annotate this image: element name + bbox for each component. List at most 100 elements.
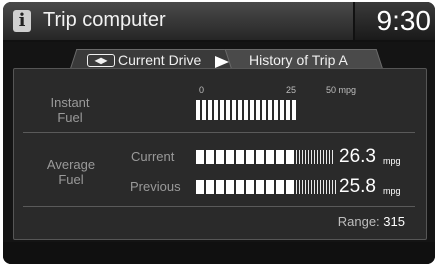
scale-label-50: 50 mpg	[326, 85, 357, 95]
bar-empty-segment	[305, 150, 306, 164]
bar-segment	[276, 150, 284, 164]
current-label: Current	[131, 149, 175, 164]
bar-segment	[280, 100, 284, 120]
clock-area: 9:30	[353, 2, 435, 40]
bar-empty-segment	[326, 180, 327, 194]
bar-segment	[286, 100, 290, 120]
bar-empty-segment	[332, 150, 333, 164]
bar-segment	[208, 100, 212, 120]
tab-history-label: History of Trip A	[249, 52, 348, 68]
bar-segment	[226, 100, 230, 120]
bar-segment	[256, 150, 264, 164]
bar-segment	[196, 100, 200, 120]
bar-segment	[214, 100, 218, 120]
bar-segment	[246, 150, 254, 164]
instant-fuel-label-line1: Instant	[50, 95, 90, 110]
header-bar: i Trip computer 9:30	[3, 2, 435, 42]
bar-segment	[232, 100, 236, 120]
bar-empty-segment	[296, 180, 297, 194]
current-fuel-bar	[196, 150, 335, 164]
bar-empty-segment	[317, 150, 318, 164]
bar-empty-segment	[335, 180, 336, 194]
bar-empty-segment	[305, 180, 306, 194]
bar-empty-segment	[329, 150, 330, 164]
previous-unit: mpg	[383, 186, 401, 196]
bar-empty-segment	[329, 180, 330, 194]
tab-history-content: History of Trip A	[249, 51, 348, 69]
arrow-right-icon	[215, 56, 229, 68]
tab-current-drive-label: Current Drive	[118, 52, 202, 68]
bar-segment	[202, 100, 206, 120]
bar-segment	[274, 100, 278, 120]
scale-label-25: 25	[286, 85, 297, 95]
bar-empty-segment	[320, 150, 321, 164]
bar-segment	[216, 150, 224, 164]
bar-empty-segment	[299, 180, 300, 194]
bar-empty-segment	[314, 180, 315, 194]
bar-segment	[286, 150, 294, 164]
bar-empty-segment	[302, 180, 303, 194]
bar-segment	[206, 180, 214, 194]
bar-segment	[236, 180, 244, 194]
bar-segment	[262, 100, 266, 120]
bar-empty-segment	[326, 150, 327, 164]
bar-empty-segment	[299, 150, 300, 164]
bar-segment	[226, 150, 234, 164]
clock: 9:30	[376, 5, 432, 36]
trip-computer-screen: i Trip computer 9:30 ◀▶ Current Drive Hi…	[3, 2, 435, 264]
previous-label: Previous	[130, 179, 181, 194]
current-value: 26.3	[339, 146, 376, 167]
range-value: 315	[383, 214, 405, 229]
tab-current-drive-content: ◀▶ Current Drive	[87, 51, 201, 69]
bar-empty-segment	[302, 150, 303, 164]
instant-fuel-bar	[196, 100, 298, 120]
bar-segment	[220, 100, 224, 120]
bar-segment	[292, 100, 296, 120]
divider-1	[23, 132, 415, 133]
bar-segment	[196, 180, 204, 194]
bar-empty-segment	[314, 150, 315, 164]
bar-segment	[250, 100, 254, 120]
current-unit: mpg	[383, 156, 401, 166]
bar-segment	[216, 180, 224, 194]
average-fuel-label: Average Fuel	[43, 157, 99, 187]
average-fuel-label-line1: Average	[46, 157, 96, 172]
bar-empty-segment	[332, 180, 333, 194]
bar-empty-segment	[308, 180, 309, 194]
divider-2	[23, 206, 415, 207]
bar-segment	[236, 150, 244, 164]
instant-fuel-label-line2: Fuel	[57, 110, 83, 125]
bottom-strip	[3, 242, 435, 264]
average-fuel-label-line2: Fuel	[58, 172, 84, 187]
bar-empty-segment	[323, 150, 324, 164]
bar-empty-segment	[308, 150, 309, 164]
bar-segment	[206, 150, 214, 164]
page-title: Trip computer	[43, 9, 166, 31]
previous-value: 25.8	[339, 176, 376, 197]
bar-segment	[246, 180, 254, 194]
eco-drive-icon: ◀▶	[87, 53, 115, 67]
range-readout: Range: 315	[338, 214, 405, 229]
previous-fuel-bar	[196, 180, 338, 194]
instant-fuel-label: Instant Fuel	[45, 95, 95, 125]
scale-label-0: 0	[199, 85, 205, 95]
bar-segment	[268, 100, 272, 120]
bar-segment	[256, 180, 264, 194]
bar-segment	[238, 100, 242, 120]
bar-segment	[196, 150, 204, 164]
bar-empty-segment	[311, 150, 312, 164]
bar-segment	[244, 100, 248, 120]
bar-empty-segment	[320, 180, 321, 194]
info-icon: i	[13, 10, 31, 32]
range-label: Range:	[337, 214, 380, 229]
bar-segment	[286, 180, 294, 194]
bar-empty-segment	[296, 150, 297, 164]
bar-segment	[256, 100, 260, 120]
bar-segment	[266, 180, 274, 194]
bar-segment	[226, 180, 234, 194]
bar-empty-segment	[311, 180, 312, 194]
bar-empty-segment	[317, 180, 318, 194]
bar-segment	[276, 180, 284, 194]
bar-empty-segment	[323, 180, 324, 194]
bar-segment	[266, 150, 274, 164]
